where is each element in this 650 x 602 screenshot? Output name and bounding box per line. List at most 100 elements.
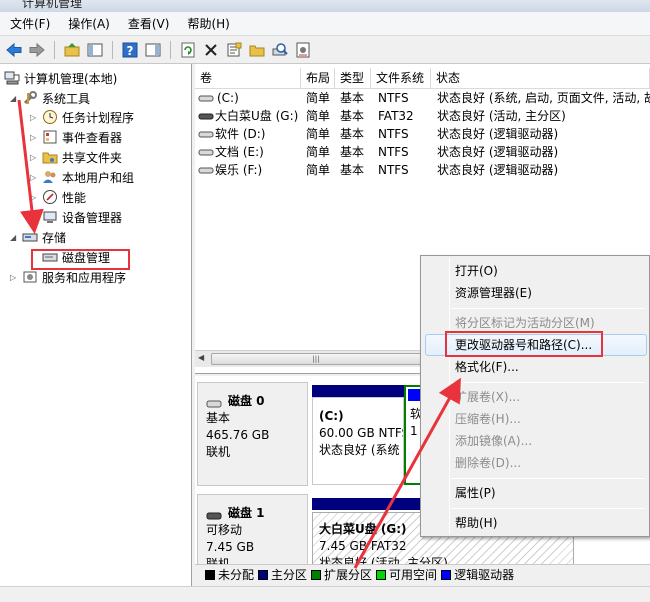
horizontal-scrollbar[interactable]: ◀ ||| <box>195 350 425 367</box>
collapse-arrow-icon[interactable]: ▷ <box>30 154 38 162</box>
drive-icon <box>198 161 214 184</box>
tree-item-label: 存储 <box>42 230 67 245</box>
users-icon <box>42 169 58 185</box>
disk-1-label[interactable]: 磁盘 1 可移动 7.45 GB 联机 <box>197 494 308 564</box>
tree-item-label: 共享文件夹 <box>62 150 123 165</box>
toolbar-separator <box>170 40 171 59</box>
menu-file[interactable]: 文件(F) <box>4 15 56 32</box>
tree-item-services[interactable]: 服务和应用程序 <box>22 267 126 287</box>
partition-c[interactable]: (C:) 60.00 GB NTFS 状态良好 (系统 <box>312 397 404 485</box>
help-icon[interactable]: ? <box>120 40 140 60</box>
settings-icon[interactable] <box>293 40 313 60</box>
menu-item-open[interactable]: 打开(O) <box>455 261 498 281</box>
menu-item-change-drive-letter[interactable]: 更改驱动器号和路径(C)... <box>455 335 592 355</box>
table-row[interactable]: 软件 (D:) 简单 基本 NTFS 状态良好 (逻辑驱动器) <box>195 125 650 143</box>
menu-item-mirror[interactable]: 添加镜像(A)... <box>455 431 532 451</box>
refresh-icon[interactable] <box>178 40 198 60</box>
menu-item-properties[interactable]: 属性(P) <box>455 483 496 503</box>
action-pane-icon[interactable] <box>143 40 163 60</box>
volume-name: 文档 (E:) <box>215 145 264 159</box>
menu-item-extend[interactable]: 扩展卷(X)... <box>455 387 520 407</box>
partition-size: 7.45 GB FAT32 <box>319 539 407 553</box>
menu-item-mark-active[interactable]: 将分区标记为活动分区(M) <box>455 313 595 333</box>
svg-text:?: ? <box>127 44 134 58</box>
scrollbar-thumb[interactable]: ||| <box>211 353 421 365</box>
menu-item-help[interactable]: 帮助(H) <box>455 513 497 533</box>
legend-extended: 扩展分区 <box>324 568 373 582</box>
volume-name: 软件 (D:) <box>215 127 266 141</box>
legend-unallocated: 未分配 <box>218 568 255 582</box>
menu-view[interactable]: 查看(V) <box>122 15 176 32</box>
collapse-arrow-icon[interactable]: ▷ <box>30 134 38 142</box>
tree-item-local-users[interactable]: 本地用户和组 <box>42 167 134 187</box>
tree-item-shared-folders[interactable]: 共享文件夹 <box>42 147 122 167</box>
volume-type: 基本 <box>340 163 365 177</box>
tree-item-storage[interactable]: 存储 <box>22 227 66 247</box>
column-header-type[interactable]: 类型 <box>335 68 371 89</box>
removable-disk-icon <box>206 509 222 519</box>
menu-item-delete[interactable]: 删除卷(D)... <box>455 453 521 473</box>
partition-size: 60.00 GB NTFS <box>319 426 404 440</box>
column-header-status[interactable]: 状态 <box>431 68 650 89</box>
tree-item-performance[interactable]: 性能 <box>42 187 86 207</box>
clock-icon <box>42 109 58 125</box>
volume-layout: 简单 <box>306 91 331 105</box>
back-icon[interactable] <box>4 40 24 60</box>
column-header-volume[interactable]: 卷 <box>195 68 301 89</box>
volume-layout: 简单 <box>306 145 331 159</box>
tree-item-system-tools[interactable]: 系统工具 <box>22 88 90 108</box>
delete-icon[interactable] <box>201 40 221 60</box>
forward-icon[interactable] <box>27 40 47 60</box>
collapse-arrow-icon[interactable]: ▷ <box>10 274 18 282</box>
event-viewer-icon <box>42 129 58 145</box>
partition-name: (C:) <box>319 409 344 423</box>
toolbar-separator <box>54 40 55 59</box>
table-row[interactable]: 大白菜U盘 (G:) 简单 基本 FAT32 状态良好 (活动, 主分区) <box>195 107 650 125</box>
column-header-layout[interactable]: 布局 <box>301 68 335 89</box>
properties-icon[interactable] <box>224 40 244 60</box>
volume-name: (C:) <box>217 91 239 105</box>
tree-item-label: 系统工具 <box>42 91 91 106</box>
volume-name: 大白菜U盘 (G:) <box>215 109 299 123</box>
tree-item-event-viewer[interactable]: 事件查看器 <box>42 127 122 147</box>
volume-status: 状态良好 (逻辑驱动器) <box>437 127 559 141</box>
up-folder-icon[interactable] <box>62 40 82 60</box>
expand-arrow-icon[interactable]: ◢ <box>10 234 18 242</box>
menu-item-explorer[interactable]: 资源管理器(E) <box>455 283 532 303</box>
tree-item-task-scheduler[interactable]: 任务计划程序 <box>42 107 134 127</box>
collapse-arrow-icon[interactable]: ▷ <box>30 174 38 182</box>
services-icon <box>22 269 38 285</box>
menu-item-shrink[interactable]: 压缩卷(H)... <box>455 409 521 429</box>
console-tree-icon[interactable] <box>85 40 105 60</box>
tree-item-label: 任务计划程序 <box>62 110 135 125</box>
disk-0-label[interactable]: 磁盘 0 基本 465.76 GB 联机 <box>197 382 308 486</box>
expand-arrow-icon[interactable]: ◢ <box>10 95 18 103</box>
tree-item-computer-management[interactable]: 计算机管理(本地) <box>4 68 117 88</box>
table-row[interactable]: (C:) 简单 基本 NTFS 状态良好 (系统, 启动, 页面文件, 活动, … <box>195 89 650 107</box>
disk-name: 磁盘 1 <box>228 506 265 520</box>
disk-size: 7.45 GB <box>206 540 255 554</box>
column-header-filesystem[interactable]: 文件系统 <box>371 68 431 89</box>
storage-icon <box>22 229 38 245</box>
search-disk-icon[interactable] <box>270 40 290 60</box>
tree-item-device-manager[interactable]: 设备管理器 <box>42 207 122 227</box>
volume-status: 状态良好 (逻辑驱动器) <box>437 163 559 177</box>
menu-separator <box>451 382 645 383</box>
disk-icon <box>206 397 222 407</box>
tree-item-label: 计算机管理(本地) <box>24 71 118 86</box>
table-row[interactable]: 娱乐 (F:) 简单 基本 NTFS 状态良好 (逻辑驱动器) <box>195 161 650 179</box>
menu-help[interactable]: 帮助(H) <box>181 15 235 32</box>
scroll-left-icon[interactable]: ◀ <box>198 353 204 362</box>
computer-management-icon <box>4 70 20 86</box>
legend-swatch <box>205 569 215 580</box>
open-folder-icon[interactable] <box>247 40 267 60</box>
table-row[interactable]: 文档 (E:) 简单 基本 NTFS 状态良好 (逻辑驱动器) <box>195 143 650 161</box>
menu-action[interactable]: 操作(A) <box>62 15 116 32</box>
legend-swatch <box>258 569 269 580</box>
menu-item-format[interactable]: 格式化(F)... <box>455 357 519 377</box>
primary-partition-bar <box>312 385 404 397</box>
collapse-arrow-icon[interactable]: ▷ <box>30 194 38 202</box>
collapse-arrow-icon[interactable]: ▷ <box>30 114 38 122</box>
toolbar: ? <box>0 36 650 64</box>
volume-filesystem: NTFS <box>378 163 409 177</box>
